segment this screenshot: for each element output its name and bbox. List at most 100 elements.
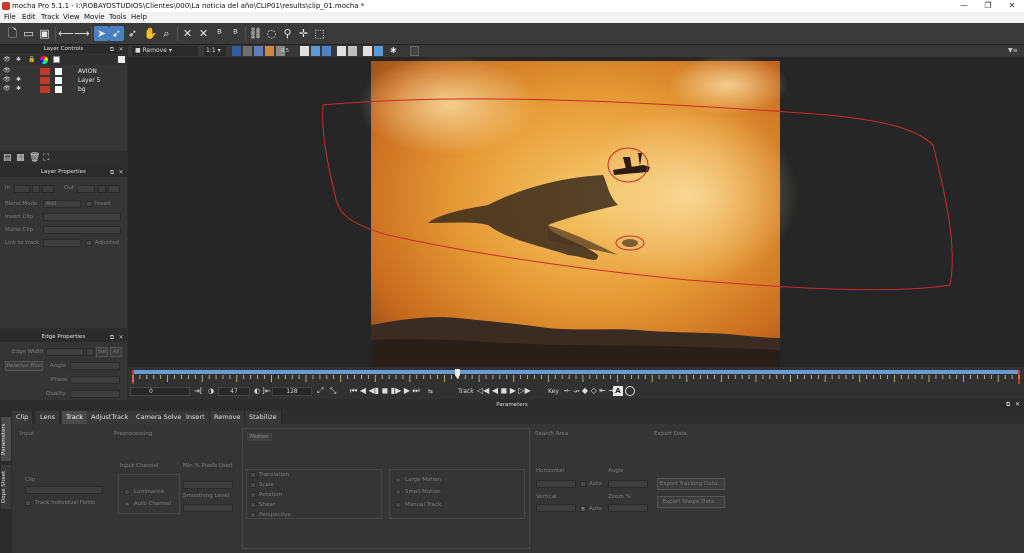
clip-select[interactable]	[25, 486, 103, 494]
quality-field[interactable]	[70, 390, 120, 398]
add-layer-icon[interactable]: ▤	[3, 153, 12, 163]
tab-camera-solve[interactable]: Camera Solve	[132, 411, 187, 424]
track-individual-fields-checkbox[interactable]	[25, 500, 31, 506]
tab-insert[interactable]: Insert	[182, 411, 210, 424]
angle-field[interactable]	[70, 362, 120, 370]
rotation-checkbox[interactable]	[250, 492, 256, 498]
in-set-button[interactable]	[32, 185, 40, 193]
tab-stabilize[interactable]: Stabilize	[245, 411, 282, 424]
edge-width-field[interactable]	[46, 348, 84, 356]
undo-icon[interactable]: ⟵	[58, 26, 74, 41]
manual-track-radio[interactable]	[395, 502, 401, 508]
layer-color-swatch[interactable]	[40, 68, 50, 75]
end-frame-field[interactable]: 128	[272, 387, 312, 396]
spline-bplus-icon[interactable]: ᴮ	[228, 26, 243, 41]
redo-icon[interactable]: ⟶	[74, 26, 90, 41]
set-button[interactable]: Set	[96, 347, 108, 357]
move-icon[interactable]: ✛	[296, 26, 311, 41]
set-out-icon[interactable]: ]⇤	[262, 387, 271, 395]
auto-key-icon[interactable]: A	[613, 386, 623, 396]
close-panel-icon[interactable]: ✕	[117, 45, 125, 54]
float-icon[interactable]: ⧉	[1006, 400, 1010, 410]
zoom-range-icon[interactable]: ⤡	[330, 386, 336, 396]
all-button[interactable]: All	[110, 347, 122, 357]
float-icon[interactable]: ⧉	[108, 168, 116, 177]
tab-track[interactable]: Track	[62, 411, 89, 424]
perspective-checkbox[interactable]	[250, 512, 256, 518]
spline-x-icon[interactable]: ✕	[180, 26, 195, 41]
smoothing-field[interactable]	[183, 504, 233, 512]
side-tab-dope-sheet[interactable]: Dope Sheet	[1, 465, 11, 509]
zoom-tool-icon[interactable]: ⌕	[159, 26, 174, 41]
close-panel-icon[interactable]: ✕	[117, 168, 125, 177]
vertical-field[interactable]	[536, 504, 576, 512]
clear-in-icon[interactable]: ◑	[208, 387, 214, 395]
float-icon[interactable]: ⧉	[108, 45, 116, 54]
menu-view[interactable]: View	[63, 13, 80, 21]
select-tool-icon[interactable]: ➤	[94, 26, 109, 41]
link-to-track-select[interactable]	[43, 239, 81, 247]
clip-frame[interactable]	[128, 45, 1024, 367]
phase-field[interactable]	[70, 376, 120, 384]
set-in-icon[interactable]: ⇥[	[194, 387, 203, 395]
horizontal-field[interactable]	[536, 480, 576, 488]
hand-tool-icon[interactable]: ✋	[143, 26, 158, 41]
export-tracking-data-button[interactable]: Export Tracking Data...	[657, 478, 725, 490]
lasso-icon[interactable]: ◌	[264, 26, 279, 41]
in-jump-button[interactable]	[42, 185, 54, 193]
menu-help[interactable]: Help	[131, 13, 147, 21]
clear-out-icon[interactable]: ◐	[254, 387, 260, 395]
edge-width-slider[interactable]	[86, 348, 94, 356]
duplicate-layer-icon[interactable]: ▦	[16, 153, 25, 163]
out-field[interactable]	[77, 185, 95, 193]
angle-field[interactable]	[608, 480, 648, 488]
tab-remove[interactable]: Remove	[210, 411, 246, 424]
keyframe-controls[interactable]: ⤝ ⤞ ◆ ◇ ⇤ ⇥	[564, 386, 615, 396]
side-tab-parameters[interactable]: Parameters	[1, 417, 11, 461]
select-point-icon[interactable]: ➹	[109, 26, 124, 41]
open-file-icon[interactable]: ▭	[21, 26, 36, 41]
layer-color-swatch[interactable]	[40, 86, 50, 93]
spline-xplus-icon[interactable]: ✕	[196, 26, 211, 41]
transform-icon[interactable]: ⬚	[312, 26, 327, 41]
layer-row[interactable]: 👁 ✱ bg	[0, 85, 127, 94]
layer-options-icon[interactable]: ⛶	[43, 153, 49, 163]
attach-icon[interactable]: ⚲	[280, 26, 295, 41]
pingpong-icon[interactable]: ⇆	[428, 388, 433, 395]
minimize-button[interactable]: —	[952, 0, 976, 12]
matte-clip-select[interactable]	[43, 226, 121, 234]
layer-matte-swatch[interactable]	[55, 86, 62, 93]
invert-checkbox[interactable]	[86, 201, 92, 207]
add-point-icon[interactable]: ➶	[125, 26, 140, 41]
menu-movie[interactable]: Movie	[84, 13, 105, 21]
cog-icon[interactable]: ✱	[16, 76, 21, 83]
current-frame-field[interactable]: 47	[218, 387, 250, 396]
eye-icon[interactable]: 👁	[3, 85, 11, 92]
layer-matte-swatch[interactable]	[55, 68, 62, 75]
menu-tools[interactable]: Tools	[109, 13, 126, 21]
record-icon[interactable]	[625, 386, 635, 396]
min-pixels-field[interactable]	[183, 481, 233, 489]
tab-clip[interactable]: Clip	[12, 411, 34, 424]
maximize-button[interactable]: ❐	[976, 0, 1000, 12]
spline-b-icon[interactable]: ᴮ	[212, 26, 227, 41]
tab-adjusttrack[interactable]: AdjustTrack	[87, 411, 134, 424]
menu-file[interactable]: File	[4, 13, 16, 21]
cog-icon[interactable]: ✱	[16, 85, 21, 92]
eye-icon[interactable]: 👁	[3, 67, 11, 74]
tab-lens[interactable]: Lens	[36, 411, 61, 424]
relative-blur-button[interactable]: Relative Blur	[5, 361, 43, 371]
delete-layer-icon[interactable]: 🗑	[29, 153, 40, 163]
out-jump-button[interactable]	[108, 185, 120, 193]
in-field[interactable]	[14, 185, 30, 193]
menu-edit[interactable]: Edit	[22, 13, 36, 21]
layer-color-swatch[interactable]	[40, 77, 50, 84]
zoom-percent-field[interactable]	[608, 504, 648, 512]
close-button[interactable]: ✕	[1000, 0, 1024, 12]
small-motion-radio[interactable]	[395, 489, 401, 495]
shear-checkbox[interactable]	[250, 502, 256, 508]
layer-matte-swatch[interactable]	[55, 77, 62, 84]
layer-row[interactable]: 👁 ✱ Layer 5	[0, 76, 127, 85]
fit-range-icon[interactable]: ⤢	[317, 386, 323, 396]
close-panel-icon[interactable]: ✕	[117, 333, 125, 342]
